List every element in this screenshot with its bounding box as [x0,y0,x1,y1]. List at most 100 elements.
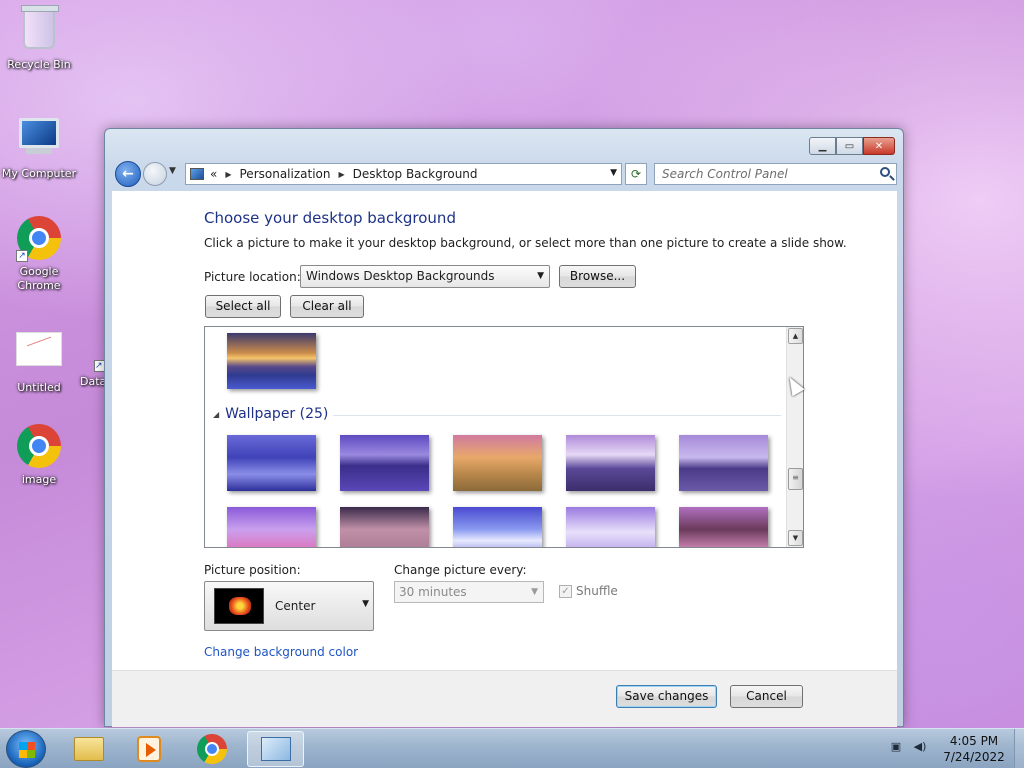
desktop-icon-label: Untitled [17,381,61,394]
change-interval-value: 30 minutes [399,585,467,599]
wallpaper-thumbnail[interactable] [340,435,429,491]
show-desktop-button[interactable] [1014,729,1024,768]
volume-icon[interactable]: ◀) [912,739,928,755]
refresh-icon: ⟳ [630,167,642,181]
wallpaper-thumbnail[interactable] [679,507,768,547]
wallpaper-thumbnail[interactable] [340,507,429,547]
change-background-color-link[interactable]: Change background color [204,645,358,659]
save-changes-button[interactable]: Save changes [616,685,717,708]
network-icon[interactable]: ▣ [888,739,904,755]
button-footer: Save changes Cancel [112,670,897,727]
picture-position-select[interactable]: Center ▼ [204,581,374,631]
instruction-text: Click a picture to make it your desktop … [204,236,847,250]
change-picture-label: Change picture every: [394,563,527,577]
close-button[interactable]: ✕ [863,137,895,155]
wallpaper-thumbnail[interactable] [453,435,542,491]
desktop-background-window: ▁ ▭ ✕ ← ▼ « ▶ Personalization ▶ Desktop … [104,128,904,727]
taskbar-chrome[interactable] [187,731,237,767]
picture-location-select[interactable]: Windows Desktop Backgrounds ▼ [300,265,550,288]
search-icon[interactable] [880,167,890,177]
scroll-down-button[interactable]: ▼ [788,530,803,546]
wallpaper-group-title: Wallpaper (25) [225,406,329,422]
clear-all-button[interactable]: Clear all [290,295,364,318]
start-button[interactable] [6,730,46,768]
picture-location-value: Windows Desktop Backgrounds [306,269,495,283]
picture-position-value: Center [275,599,316,613]
chrome-icon: ↗ [16,216,62,262]
breadcrumb-desktop-background[interactable]: Desktop Background [353,167,478,181]
chevron-down-icon: ▼ [531,587,538,597]
taskbar-control-panel[interactable] [247,731,304,767]
picture-position-label: Picture position: [204,563,301,577]
refresh-button[interactable]: ⟳ [625,163,647,185]
desktop-icon-data[interactable]: ↗ Data [64,326,104,389]
taskbar-explorer[interactable] [64,731,114,767]
recent-pages-dropdown[interactable]: ▼ [169,166,176,176]
position-preview-icon [214,588,264,624]
scroll-up-button[interactable]: ▲ [788,328,803,344]
desktop-icon-label: Google Chrome [17,265,61,292]
document-icon: ↗ [82,326,104,372]
desktop-icon-my-computer[interactable]: My Computer [1,112,77,181]
wallpaper-group-header[interactable]: ◢ Wallpaper (25) [213,406,328,422]
wallpaper-thumbnail[interactable] [227,435,316,491]
chrome-icon [16,424,62,470]
address-dropdown-icon[interactable]: ▼ [610,168,617,178]
minimize-button[interactable]: ▁ [809,137,836,155]
shuffle-label: Shuffle [576,584,618,598]
desktop-icon-label: image [21,473,57,486]
clock-date: 7/24/2022 [943,750,1005,764]
control-panel-icon [260,737,291,761]
breadcrumb-personalization[interactable]: Personalization [240,167,331,181]
maximize-button[interactable]: ▭ [836,137,863,155]
desktop-icon-recycle-bin[interactable]: Recycle Bin [1,5,77,72]
address-bar[interactable]: « ▶ Personalization ▶ Desktop Background… [185,163,622,185]
desktop-icon-label: Recycle Bin [7,58,71,71]
desktop-icon-label: Data [80,375,104,388]
wallpaper-thumbnail[interactable] [227,333,316,389]
search-placeholder: Search Control Panel [662,167,788,181]
document-icon [16,332,62,378]
scroll-thumb[interactable]: ≡ [788,468,803,490]
wallpaper-thumbnail[interactable] [566,435,655,491]
clock-time: 4:05 PM [949,734,999,748]
taskbar: ▣ ◀) 4:05 PM 7/24/2022 [0,728,1024,768]
back-button[interactable]: ← [115,161,141,187]
cancel-button[interactable]: Cancel [730,685,803,708]
page-title: Choose your desktop background [204,209,456,227]
wallpaper-thumbnail[interactable] [679,435,768,491]
wallpaper-thumbnail[interactable] [566,507,655,547]
desktop-icon-google-chrome[interactable]: ↗ Google Chrome [1,216,77,293]
picture-location-label: Picture location: [204,270,301,284]
gallery-scrollbar[interactable]: ▲ ≡ ▼ [786,327,803,547]
folder-icon [74,737,104,761]
breadcrumb-separator-icon: ▶ [338,169,345,179]
main-content: Choose your desktop background Click a p… [112,191,897,670]
chrome-icon [197,734,227,764]
forward-button[interactable] [143,162,167,186]
search-input[interactable]: Search Control Panel [654,163,897,185]
media-player-icon [137,736,161,762]
chevron-down-icon: ▼ [362,599,369,609]
select-all-button[interactable]: Select all [205,295,281,318]
wallpaper-thumbnail[interactable] [453,507,542,547]
wallpaper-thumbnail[interactable] [227,507,316,547]
wallpaper-gallery[interactable]: ◢ Wallpaper (25) ▲ ≡ ▼ [204,326,804,548]
change-interval-select[interactable]: 30 minutes ▼ [394,581,544,603]
desktop-icon-label: My Computer [1,167,77,180]
group-divider [333,415,781,416]
recycle-bin-icon [16,5,62,55]
taskbar-media-player[interactable] [124,731,174,767]
collapse-triangle-icon: ◢ [213,409,220,419]
chevron-down-icon: ▼ [537,271,544,281]
computer-icon [16,118,62,164]
browse-button[interactable]: Browse... [559,265,636,288]
breadcrumb-separator-icon: ▶ [225,169,232,179]
desktop-icon-image[interactable]: image [1,424,77,487]
address-overflow[interactable]: « [210,167,217,181]
back-arrow-icon: ← [122,166,134,182]
system-tray: ▣ ◀) [888,739,928,755]
control-panel-icon [190,168,204,180]
clock[interactable]: 4:05 PM 7/24/2022 [934,733,1014,765]
shuffle-checkbox[interactable]: ✓ Shuffle [559,584,618,598]
